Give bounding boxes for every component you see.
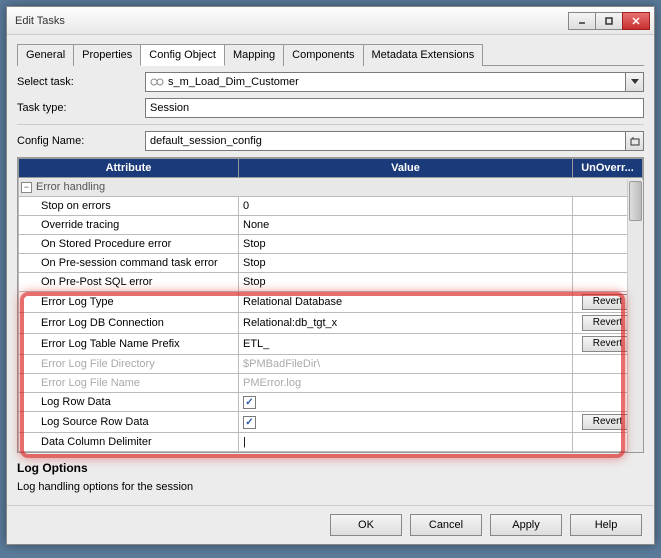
select-task-dropdown-button[interactable] [626,72,644,92]
value-cell[interactable]: | [239,433,573,452]
tab-metadata-extensions[interactable]: Metadata Extensions [363,44,484,66]
table-row: Error Log TypeRelational Database Revert [19,292,643,313]
table-row: Log Source Row Data Revert [19,412,643,433]
chevron-down-icon [631,79,639,85]
attr-cell: On Stored Procedure error [19,235,239,254]
select-task-input[interactable]: s_m_Load_Dim_Customer [145,72,626,92]
session-icon [150,75,164,89]
titlebar: Edit Tasks [7,7,654,35]
help-button[interactable]: Help [570,514,642,536]
table-row: Error Log File NamePMError.log [19,374,643,393]
value-cell[interactable]: Stop [239,273,573,292]
value-cell[interactable]: Relational Database [239,292,573,313]
value-cell: $PMBadFileDir\ [239,355,573,374]
revert-button[interactable]: Revert [582,336,634,352]
tab-config-object[interactable]: Config Object [140,44,225,66]
edit-tasks-window: Edit Tasks GeneralPropertiesConfig Objec… [6,6,655,545]
select-task-value: s_m_Load_Dim_Customer [168,76,299,88]
value-cell[interactable]: 0 [239,197,573,216]
value-cell[interactable] [239,412,573,433]
config-name-browse-button[interactable] [626,131,644,151]
vertical-scrollbar[interactable] [627,180,643,452]
attr-cell: Error Log DB Connection [19,313,239,334]
table-row: Error Log File Directory$PMBadFileDir\ [19,355,643,374]
tab-bar: GeneralPropertiesConfig ObjectMappingCom… [17,43,644,66]
col-unoverr[interactable]: UnOverr... [573,159,643,178]
config-name-input[interactable]: default_session_config [145,131,626,151]
log-options-title: Log Options [17,461,644,475]
tab-components[interactable]: Components [283,44,363,66]
scrollbar-thumb[interactable] [629,181,642,221]
attr-cell: Error Log Type [19,292,239,313]
log-options-panel: Log Options Log handling options for the… [17,457,644,497]
attr-cell: Log Source Row Data [19,412,239,433]
value-cell[interactable]: ETL_ [239,334,573,355]
minimize-button[interactable] [568,12,596,30]
col-attribute[interactable]: Attribute [19,159,239,178]
attr-cell: On Pre-Post SQL error [19,273,239,292]
value-cell[interactable]: Stop [239,254,573,273]
attr-cell: On Pre-session command task error [19,254,239,273]
revert-button[interactable]: Revert [582,414,634,430]
value-cell: PMError.log [239,374,573,393]
group-error-handling[interactable]: −Error handling [19,178,643,197]
tab-mapping[interactable]: Mapping [224,44,284,66]
attributes-table: Attribute Value UnOverr... −Error handli… [18,158,643,452]
table-row: On Pre-Post SQL errorStop [19,273,643,292]
cancel-button[interactable]: Cancel [410,514,482,536]
ok-button[interactable]: OK [330,514,402,536]
maximize-button[interactable] [595,12,623,30]
table-row: Error Log Table Name PrefixETL_ Revert [19,334,643,355]
checkbox[interactable] [243,416,256,429]
table-row: On Pre-session command task errorStop [19,254,643,273]
attr-cell: Error Log Table Name Prefix [19,334,239,355]
browse-icon [630,136,640,146]
table-row: On Stored Procedure errorStop [19,235,643,254]
tab-properties[interactable]: Properties [73,44,141,66]
window-controls [569,12,650,30]
revert-button[interactable]: Revert [582,315,634,331]
attributes-table-container: Attribute Value UnOverr... −Error handli… [17,157,644,453]
attr-cell: Log Row Data [19,393,239,412]
apply-button[interactable]: Apply [490,514,562,536]
value-cell[interactable] [239,393,573,412]
task-type-input: Session [145,98,644,118]
table-row: Override tracingNone [19,216,643,235]
select-task-label: Select task: [17,76,145,88]
checkbox[interactable] [243,396,256,409]
table-row: Log Row Data [19,393,643,412]
attr-cell: Error Log File Directory [19,355,239,374]
attr-cell: Stop on errors [19,197,239,216]
value-cell[interactable]: Stop [239,235,573,254]
table-row: Error Log DB ConnectionRelational:db_tgt… [19,313,643,334]
value-cell[interactable]: None [239,216,573,235]
dialog-footer: OK Cancel Apply Help [7,505,654,544]
value-cell[interactable]: Relational:db_tgt_x [239,313,573,334]
table-row: Stop on errors0 [19,197,643,216]
task-type-label: Task type: [17,102,145,114]
table-row: Data Column Delimiter| [19,433,643,452]
col-value[interactable]: Value [239,159,573,178]
config-name-label: Config Name: [17,135,145,147]
task-type-value: Session [150,102,189,114]
attr-cell: Override tracing [19,216,239,235]
collapse-icon[interactable]: − [21,182,32,193]
close-button[interactable] [622,12,650,30]
window-title: Edit Tasks [15,15,569,27]
revert-button[interactable]: Revert [582,294,634,310]
log-options-desc: Log handling options for the session [17,481,644,493]
tab-general[interactable]: General [17,44,74,66]
attr-cell: Error Log File Name [19,374,239,393]
config-name-value: default_session_config [150,135,262,147]
attr-cell: Data Column Delimiter [19,433,239,452]
